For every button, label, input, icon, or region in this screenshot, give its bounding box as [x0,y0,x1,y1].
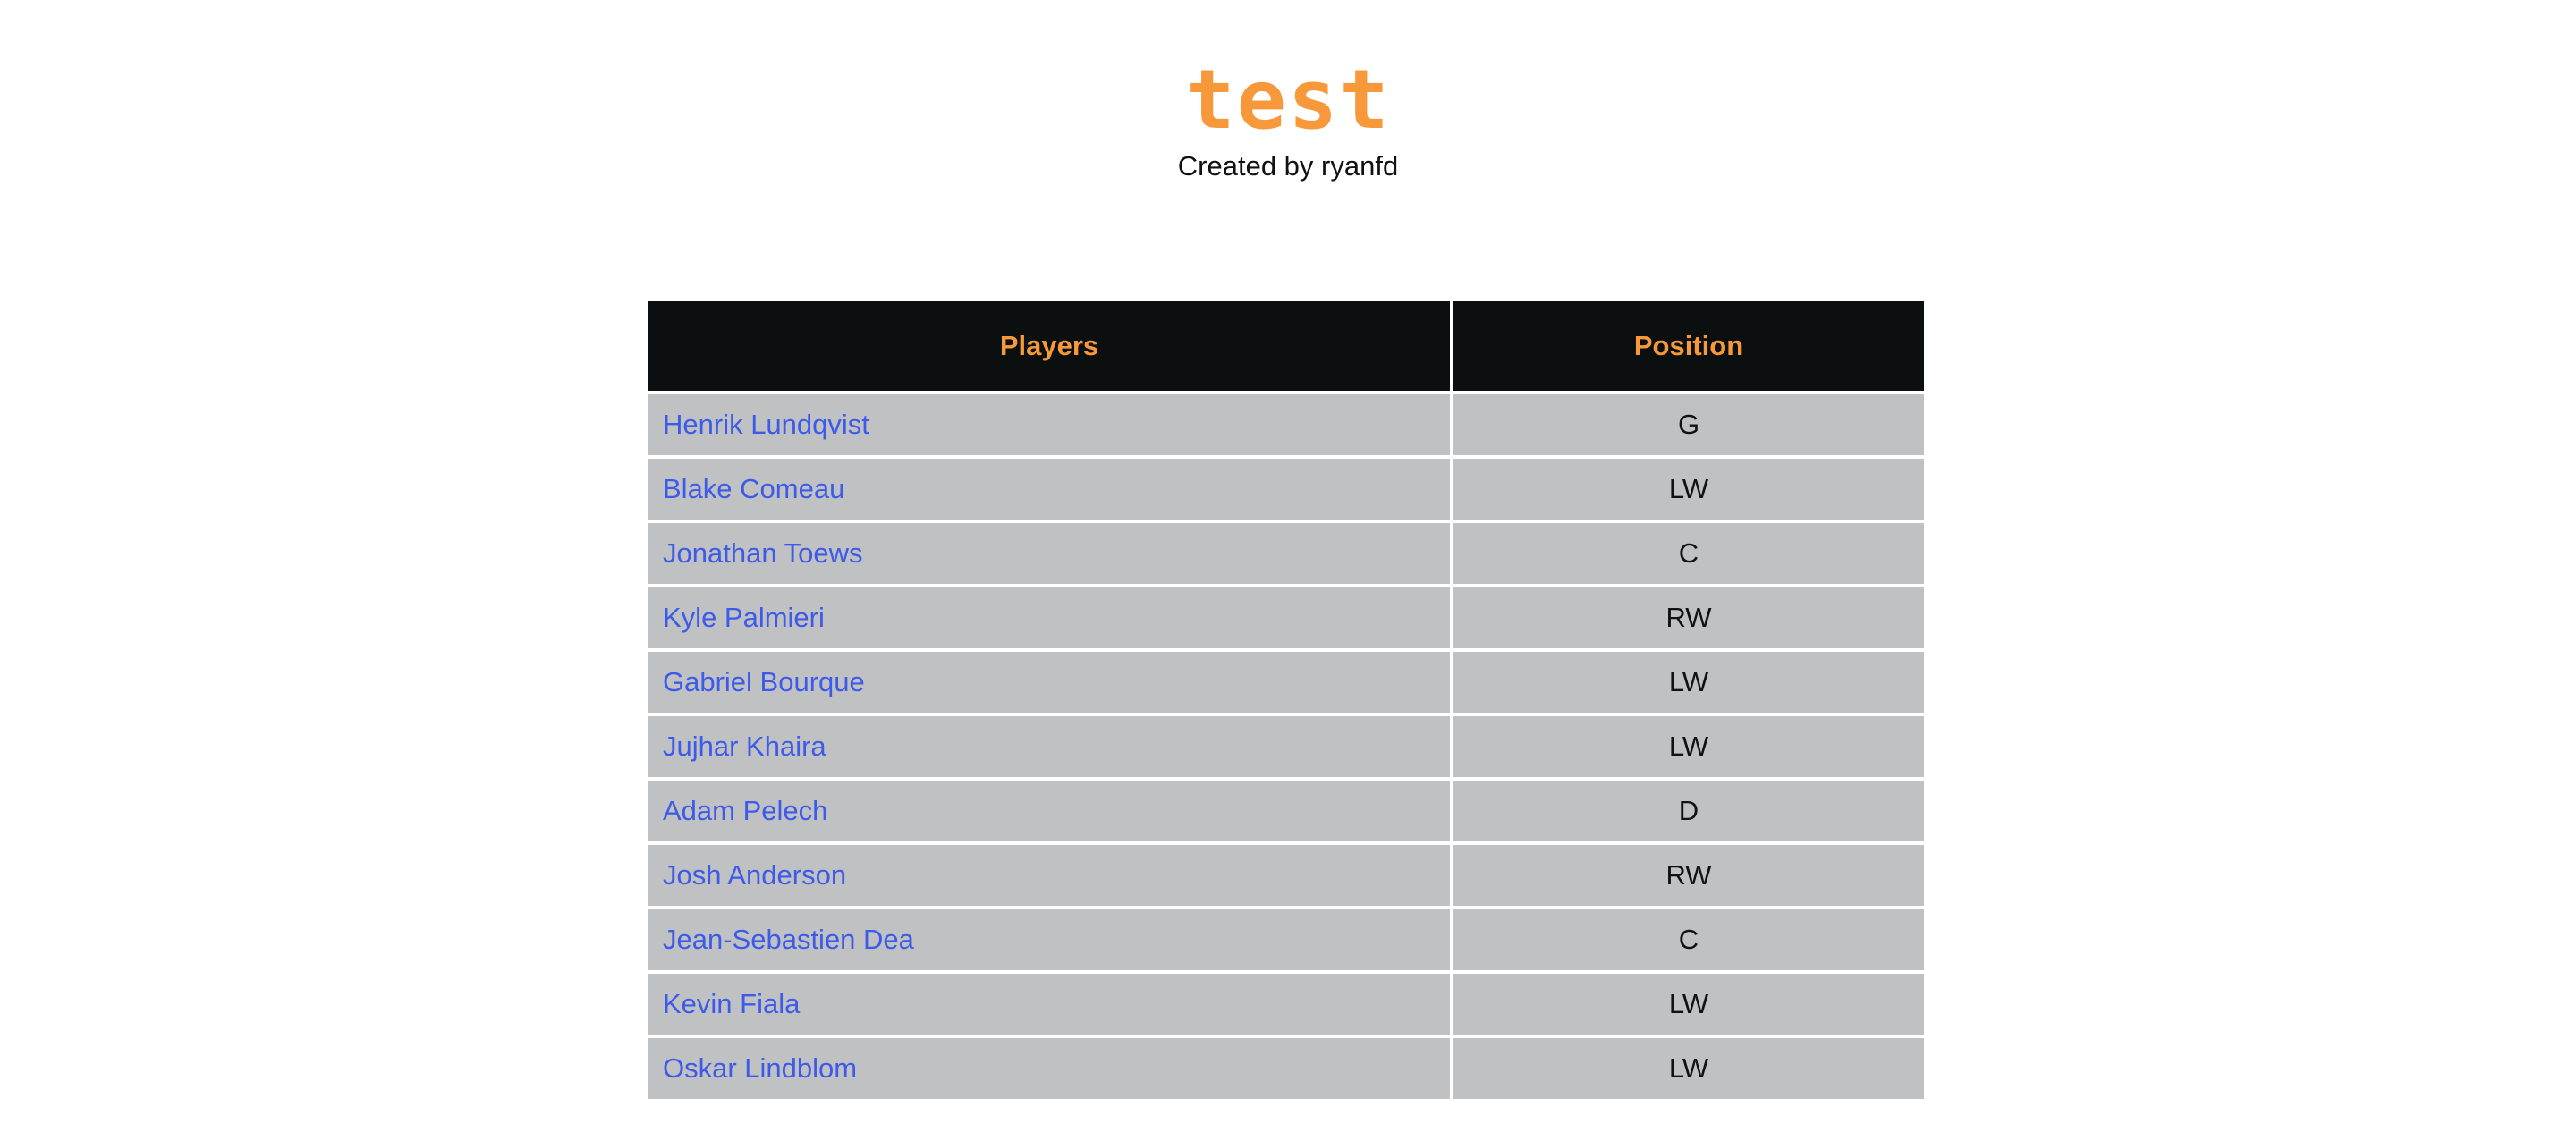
player-link[interactable]: Jujhar Khaira [663,731,826,762]
player-cell: Josh Anderson [648,845,1450,906]
position-cell: D [1453,781,1924,841]
player-cell: Blake Comeau [648,459,1450,520]
position-cell: G [1453,394,1924,455]
position-cell: LW [1453,1038,1924,1099]
player-link[interactable]: Kyle Palmieri [663,602,825,633]
player-link[interactable]: Henrik Lundqvist [663,409,869,440]
table-row: Jonathan Toews C [648,523,1924,584]
player-cell: Oskar Lindblom [648,1038,1450,1099]
table-row: Adam Pelech D [648,781,1924,841]
player-link[interactable]: Blake Comeau [663,473,844,504]
table-row: Oskar Lindblom LW [648,1038,1924,1099]
position-cell: LW [1453,974,1924,1035]
table-row: Gabriel Bourque LW [648,652,1924,713]
player-cell: Henrik Lundqvist [648,394,1450,455]
player-cell: Jean-Sebastien Dea [648,909,1450,970]
player-link[interactable]: Adam Pelech [663,795,827,826]
page-header: test Created by ryanfd [0,54,2576,184]
table-row: Jujhar Khaira LW [648,716,1924,777]
player-link[interactable]: Kevin Fiala [663,988,800,1019]
player-cell: Kyle Palmieri [648,587,1450,648]
player-link[interactable]: Jonathan Toews [663,537,862,569]
player-link[interactable]: Jean-Sebastien Dea [663,924,914,955]
column-header-players: Players [648,301,1450,391]
position-cell: LW [1453,459,1924,520]
page-subtitle: Created by ryanfd [1177,150,1399,182]
page-title: test [1185,52,1391,148]
player-link[interactable]: Josh Anderson [663,859,846,891]
table-row: Blake Comeau LW [648,459,1924,520]
player-cell: Kevin Fiala [648,974,1450,1035]
roster-table: Players Position Henrik Lundqvist G Blak… [645,298,1928,1102]
player-cell: Jonathan Toews [648,523,1450,584]
table-row: Jean-Sebastien Dea C [648,909,1924,970]
position-cell: LW [1453,716,1924,777]
table-row: Henrik Lundqvist G [648,394,1924,455]
player-cell: Gabriel Bourque [648,652,1450,713]
table-row: Josh Anderson RW [648,845,1924,906]
player-cell: Adam Pelech [648,781,1450,841]
player-link[interactable]: Oskar Lindblom [663,1052,857,1084]
position-cell: C [1453,523,1924,584]
table-header-row: Players Position [648,301,1924,391]
position-cell: C [1453,909,1924,970]
table-row: Kevin Fiala LW [648,974,1924,1035]
position-cell: RW [1453,587,1924,648]
player-cell: Jujhar Khaira [648,716,1450,777]
column-header-position: Position [1453,301,1924,391]
position-cell: LW [1453,652,1924,713]
position-cell: RW [1453,845,1924,906]
table-row: Kyle Palmieri RW [648,587,1924,648]
player-link[interactable]: Gabriel Bourque [663,666,865,697]
